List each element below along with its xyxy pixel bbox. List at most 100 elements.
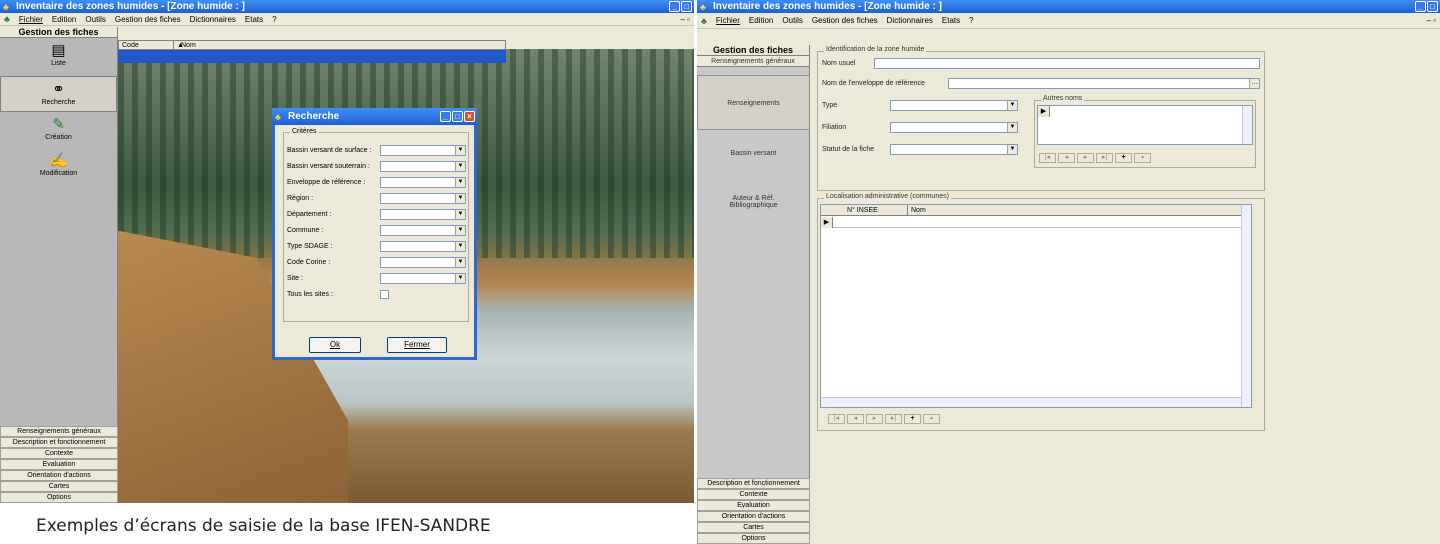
delete-record-button[interactable]: - <box>1134 153 1151 163</box>
nav-evaluation[interactable]: Evaluation <box>0 459 118 470</box>
nav-description[interactable]: Description et fonctionnement <box>697 478 810 489</box>
nav-cartes[interactable]: Cartes <box>0 481 118 492</box>
first-record-button[interactable]: |◂ <box>1039 153 1056 163</box>
chevron-down-icon[interactable]: ▼ <box>455 146 465 155</box>
chevron-down-icon[interactable]: ▼ <box>455 178 465 187</box>
menu-dictionnaires[interactable]: Dictionnaires <box>887 16 933 25</box>
menu-fichier[interactable]: Fichier <box>19 15 43 24</box>
nav-evaluation[interactable]: Evaluation <box>697 500 810 511</box>
menu-fichier[interactable]: Fichier <box>716 16 740 25</box>
type-select[interactable]: ▼ <box>890 100 1018 111</box>
dialog-close-button[interactable]: × <box>464 111 475 122</box>
site-select[interactable]: ▼ <box>380 273 466 284</box>
region-select[interactable]: ▼ <box>380 193 466 204</box>
menu-etats[interactable]: Etats <box>245 15 263 24</box>
communes-vertical-scrollbar[interactable] <box>1241 205 1251 407</box>
autres-noms-scrollbar[interactable] <box>1242 106 1252 144</box>
sidebar-item-modification[interactable]: ✍ Modification <box>0 148 117 184</box>
departement-select[interactable]: ▼ <box>380 209 466 220</box>
identification-legend: Identification de la zone humide <box>824 46 927 53</box>
close-button[interactable]: Fermer <box>387 337 447 353</box>
nav-contexte[interactable]: Contexte <box>697 489 810 500</box>
column-nom[interactable]: Nom <box>178 41 505 49</box>
section-renseignements[interactable]: Renseignements <box>697 75 810 130</box>
mdi-controls[interactable]: – ▫ <box>1426 16 1436 25</box>
dialog-maximize-button[interactable]: □ <box>452 111 463 122</box>
code-corine-select[interactable]: ▼ <box>380 257 466 268</box>
nav-description[interactable]: Description et fonctionnement <box>0 437 118 448</box>
all-sites-checkbox[interactable] <box>380 290 389 299</box>
chevron-down-icon[interactable]: ▼ <box>455 226 465 235</box>
chevron-down-icon[interactable]: ▼ <box>455 162 465 171</box>
filiation-select[interactable]: ▼ <box>890 122 1018 133</box>
next-record-button[interactable]: ▸ <box>1077 153 1094 163</box>
menu-outils[interactable]: Outils <box>782 16 802 25</box>
chevron-down-icon[interactable]: ▼ <box>1007 123 1017 132</box>
nom-usuel-input[interactable] <box>874 58 1260 69</box>
chevron-down-icon[interactable]: ▼ <box>455 194 465 203</box>
enveloppe-select[interactable]: ▼ <box>380 177 466 188</box>
chevron-down-icon[interactable]: ▼ <box>455 210 465 219</box>
menu-gestion-fiches[interactable]: Gestion des fiches <box>812 16 878 25</box>
autres-noms-table[interactable]: ▶ <box>1037 105 1253 145</box>
menu-edition[interactable]: Edition <box>52 15 76 24</box>
nav-options[interactable]: Options <box>0 492 118 503</box>
delete-record-button[interactable]: - <box>923 414 940 424</box>
last-record-button[interactable]: ▸| <box>1096 153 1113 163</box>
ok-button[interactable]: Ok <box>309 337 361 353</box>
maximize-button[interactable]: □ <box>1427 1 1438 12</box>
statut-select[interactable]: ▼ <box>890 144 1018 155</box>
nav-contexte[interactable]: Contexte <box>0 448 118 459</box>
dialog-minimize-button[interactable]: _ <box>440 111 451 122</box>
menu-help[interactable]: ? <box>272 15 276 24</box>
prev-record-button[interactable]: ◂ <box>847 414 864 424</box>
menu-outils[interactable]: Outils <box>85 15 105 24</box>
menu-bar: ♣ Fichier Edition Outils Gestion des fic… <box>0 13 694 26</box>
sidebar-item-creation[interactable]: ✎ Création <box>0 112 117 148</box>
nav-cartes[interactable]: Cartes <box>697 522 810 533</box>
minimize-button[interactable]: _ <box>1415 1 1426 12</box>
app-menu-icon[interactable]: ♣ <box>701 16 707 26</box>
add-record-button[interactable]: + <box>1115 153 1132 163</box>
menu-gestion-fiches[interactable]: Gestion des fiches <box>115 15 181 24</box>
maximize-button[interactable]: □ <box>681 1 692 12</box>
bv-surface-select[interactable]: ▼ <box>380 145 466 156</box>
section-auteur[interactable]: Auteur & Réf. Bibliographique <box>697 195 810 225</box>
menu-dictionnaires[interactable]: Dictionnaires <box>190 15 236 24</box>
nav-orientation[interactable]: Orientation d'actions <box>0 470 118 481</box>
browse-icon[interactable]: … <box>1249 79 1259 88</box>
type-sdage-select[interactable]: ▼ <box>380 241 466 252</box>
communes-horizontal-scrollbar[interactable] <box>821 397 1241 407</box>
sidebar-item-recherche[interactable]: ⚭ Recherche <box>0 76 117 112</box>
selected-row[interactable] <box>118 50 506 63</box>
column-nom[interactable]: Nom <box>907 205 926 216</box>
chevron-down-icon[interactable]: ▼ <box>455 274 465 283</box>
first-record-button[interactable]: |◂ <box>828 414 845 424</box>
menu-etats[interactable]: Etats <box>942 16 960 25</box>
nav-orientation[interactable]: Orientation d'actions <box>697 511 810 522</box>
bv-souterrain-select[interactable]: ▼ <box>380 161 466 172</box>
nav-renseignements-generaux[interactable]: Renseignements généraux <box>0 426 118 437</box>
communes-table[interactable]: N° INSEE Nom ▶ <box>820 204 1252 408</box>
chevron-down-icon[interactable]: ▼ <box>1007 101 1017 110</box>
chevron-down-icon[interactable]: ▼ <box>1007 145 1017 154</box>
minimize-button[interactable]: _ <box>669 1 680 12</box>
last-record-button[interactable]: ▸| <box>885 414 902 424</box>
app-menu-icon[interactable]: ♣ <box>4 14 10 24</box>
commune-select[interactable]: ▼ <box>380 225 466 236</box>
prev-record-button[interactable]: ◂ <box>1058 153 1075 163</box>
tab-renseignements-generaux[interactable]: Renseignements généraux <box>697 56 809 67</box>
menu-edition[interactable]: Edition <box>749 16 773 25</box>
add-record-button[interactable]: + <box>904 414 921 424</box>
chevron-down-icon[interactable]: ▼ <box>455 258 465 267</box>
nav-options[interactable]: Options <box>697 533 810 544</box>
section-bassin-versant[interactable]: Bassin versant <box>697 150 810 164</box>
chevron-down-icon[interactable]: ▼ <box>455 242 465 251</box>
sidebar-item-liste[interactable]: ▤ Liste <box>0 38 117 76</box>
enveloppe-input[interactable]: … <box>948 78 1260 89</box>
menu-help[interactable]: ? <box>969 16 973 25</box>
next-record-button[interactable]: ▸ <box>866 414 883 424</box>
mdi-controls[interactable]: – ▫ <box>680 15 690 24</box>
column-insee[interactable]: N° INSEE <box>847 205 878 216</box>
column-code[interactable]: Code <box>119 41 174 49</box>
